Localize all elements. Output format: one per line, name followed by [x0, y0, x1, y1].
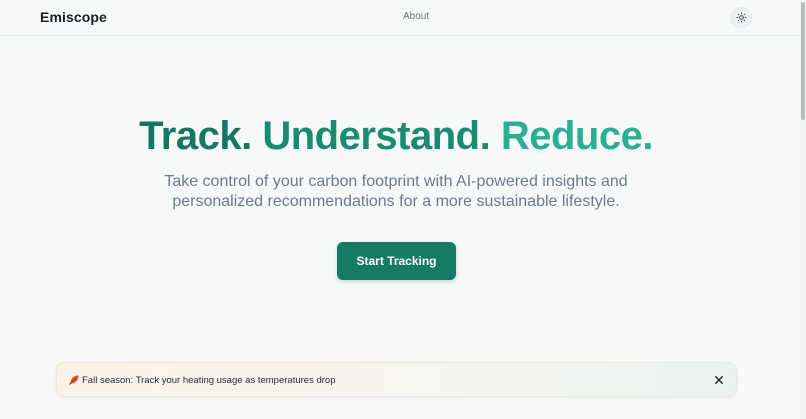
hero-subtitle: Take control of your carbon footprint wi…	[164, 173, 628, 210]
hero-title-reduce: Reduce.	[500, 114, 654, 158]
dismiss-notification-button[interactable]	[713, 374, 725, 386]
start-tracking-button[interactable]: Start Tracking	[337, 242, 456, 280]
hero-title-track: Track.	[139, 114, 252, 158]
fallen-leaf-icon	[69, 375, 79, 385]
scrollbar-thumb[interactable]	[801, 2, 805, 120]
hero-title: Track. Understand. Reduce.	[0, 113, 792, 159]
brand-logo-link[interactable]: Emiscope	[40, 9, 107, 25]
page: Emiscope About Track. Understand. Reduce…	[0, 0, 806, 419]
vertical-scrollbar[interactable]	[800, 0, 806, 419]
notification-text: Fall season: Track your heating usage as…	[82, 375, 336, 386]
theme-toggle-button[interactable]	[731, 7, 752, 28]
hero-title-understand: Understand.	[262, 114, 491, 158]
nav-link-about[interactable]: About	[403, 11, 429, 22]
close-icon	[715, 376, 723, 384]
seasonal-notification: Fall season: Track your heating usage as…	[56, 362, 737, 397]
sun-icon	[736, 12, 747, 23]
top-nav-bar: Emiscope About	[0, 0, 800, 36]
